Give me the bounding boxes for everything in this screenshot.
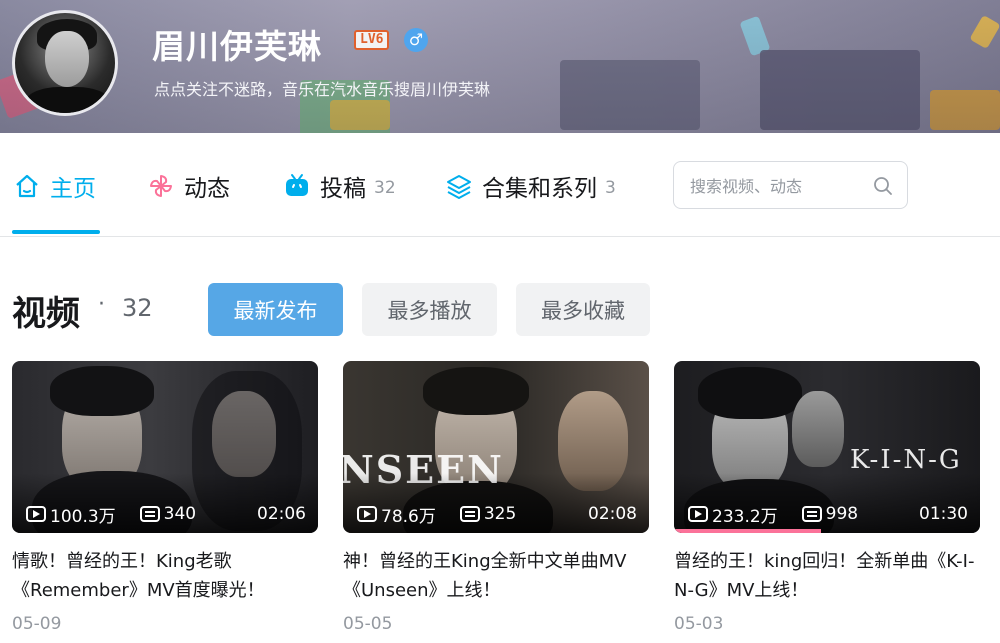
- video-thumbnail[interactable]: NSEEN 78.6万 325 02:08: [343, 361, 649, 533]
- search-input[interactable]: [690, 174, 870, 198]
- play-count-icon: [357, 506, 377, 522]
- tab-count: 3: [605, 177, 616, 198]
- danmaku-icon: [139, 506, 160, 522]
- watch-progress-bar: [674, 529, 821, 533]
- layers-icon: [447, 175, 471, 199]
- tab-count: 32: [374, 177, 396, 198]
- level-badge: LV6: [354, 30, 390, 50]
- pinwheel-icon: [150, 175, 172, 197]
- tab-submissions[interactable]: 投稿 32: [284, 171, 396, 202]
- video-thumbnail[interactable]: 100.3万 340 02:06: [12, 361, 318, 533]
- tab-collections[interactable]: 合集和系列 3: [446, 171, 616, 202]
- video-card[interactable]: 100.3万 340 02:06 情歌！曾经的王！King老歌《Remember…: [12, 361, 318, 643]
- play-count-icon: [26, 506, 46, 522]
- separator-dot: ·: [98, 292, 105, 317]
- video-card[interactable]: NSEEN 78.6万 325 02:08 神！曾经的王King全新中文单曲MV…: [343, 361, 649, 643]
- danmaku-count: 340: [163, 504, 197, 524]
- active-tab-indicator: [12, 230, 100, 234]
- play-count: 100.3万: [50, 506, 116, 527]
- tab-label: 动态: [184, 176, 230, 202]
- video-stats: 100.3万 340 02:06: [26, 503, 306, 527]
- publish-date: 05-09: [12, 614, 62, 634]
- tab-label: 主页: [50, 176, 96, 202]
- male-gender-icon: ♂: [404, 28, 428, 52]
- profile-nav: 主页 动态 投稿 32 合集和系列 3: [0, 133, 1000, 237]
- user-signature: 点点关注不迷路，音乐在汽水音乐搜眉川伊芙琳: [154, 80, 491, 99]
- thumbnail-watermark: K-I-N-G: [850, 445, 962, 475]
- tab-label: 合集和系列: [482, 176, 597, 202]
- video-title[interactable]: 曾经的王！king回归！全新单曲《K-I-N-G》MV上线！: [674, 547, 980, 605]
- video-count: 32: [122, 294, 153, 322]
- danmaku-count: 998: [825, 504, 859, 524]
- danmaku-count: 325: [483, 504, 517, 524]
- video-duration: 02:06: [257, 504, 306, 524]
- search-box[interactable]: [673, 161, 908, 209]
- sort-most-played-button[interactable]: 最多播放: [362, 283, 497, 336]
- video-stats: 233.2万 998 01:30: [688, 503, 968, 527]
- play-count-icon: [688, 506, 708, 522]
- tab-dynamics[interactable]: 动态: [148, 171, 230, 202]
- tab-label: 投稿: [320, 176, 366, 202]
- tab-home[interactable]: 主页: [14, 171, 96, 202]
- profile-banner: 眉川伊芙琳 LV6 ♂ 点点关注不迷路，音乐在汽水音乐搜眉川伊芙琳: [0, 0, 1000, 133]
- video-duration: 02:08: [588, 504, 637, 524]
- tv-icon: [286, 174, 308, 196]
- search-icon[interactable]: [873, 176, 893, 196]
- video-stats: 78.6万 325 02:08: [357, 503, 637, 527]
- home-icon: [16, 174, 38, 198]
- danmaku-icon: [801, 506, 822, 522]
- video-thumbnail[interactable]: K-I-N-G 233.2万 998 01:30: [674, 361, 980, 533]
- sort-latest-button[interactable]: 最新发布: [208, 283, 343, 336]
- publish-date: 05-05: [343, 614, 393, 634]
- section-title: 视频: [12, 294, 80, 334]
- avatar[interactable]: [12, 10, 118, 116]
- danmaku-icon: [459, 506, 480, 522]
- sort-most-favorited-button[interactable]: 最多收藏: [516, 283, 650, 336]
- video-duration: 01:30: [919, 504, 968, 524]
- video-title[interactable]: 情歌！曾经的王！King老歌《Remember》MV首度曝光！: [12, 547, 318, 605]
- play-count: 78.6万: [381, 506, 436, 527]
- video-card[interactable]: K-I-N-G 233.2万 998 01:30 曾经的王！king回归！全新单…: [674, 361, 980, 643]
- publish-date: 05-03: [674, 614, 724, 634]
- play-count: 233.2万: [712, 506, 778, 527]
- video-title[interactable]: 神！曾经的王King全新中文单曲MV《Unseen》上线！: [343, 547, 649, 605]
- username: 眉川伊芙琳: [152, 27, 322, 66]
